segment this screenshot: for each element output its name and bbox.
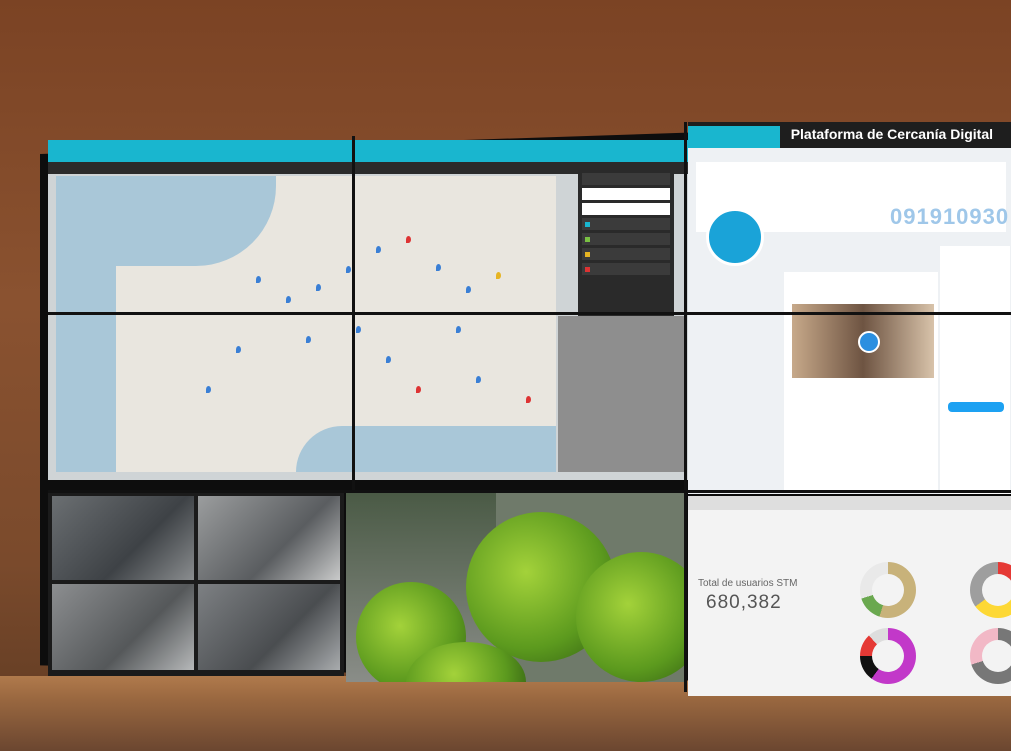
map-pin-icon[interactable] [416, 386, 421, 393]
map-pin-icon[interactable] [376, 246, 381, 253]
map-side-area [558, 316, 684, 472]
play-icon[interactable] [858, 331, 880, 353]
map-pin-icon[interactable] [436, 264, 441, 271]
donut-chart [860, 628, 916, 684]
map-pin-icon[interactable] [286, 296, 291, 303]
donut-chart [970, 628, 1011, 684]
map-pin-icon[interactable] [256, 276, 261, 283]
users-count: 680,382 [706, 592, 782, 613]
screen-bezel [48, 312, 1011, 315]
stats-dashboard: Total de usuarios STM 680,382 [688, 496, 1011, 696]
map-pin-icon[interactable] [206, 386, 211, 393]
browser-toolbar [688, 496, 1011, 510]
map-pin-icon[interactable] [476, 376, 481, 383]
legend-item[interactable] [582, 248, 670, 260]
signup-button[interactable] [948, 402, 1004, 412]
map-pin-icon[interactable] [236, 346, 241, 353]
camera-feed[interactable] [198, 584, 340, 670]
map-application [48, 140, 688, 480]
social-platform: Plataforma de Cercanía Digital 091910930 [688, 122, 1011, 494]
map-pin-icon[interactable] [496, 272, 501, 279]
map-filter-panel [578, 170, 674, 316]
camera-feed[interactable] [198, 496, 340, 580]
camera-feed[interactable] [52, 584, 194, 670]
street-camera-feed[interactable] [346, 492, 686, 682]
map-pin-icon[interactable] [386, 356, 391, 363]
screen-bezel [48, 490, 1011, 493]
sea-area [56, 176, 276, 266]
platform-title: Plataforma de Cercanía Digital [790, 126, 993, 142]
filter-field[interactable] [582, 173, 670, 185]
phone-number: 091910930 [890, 204, 1010, 229]
city-map[interactable] [56, 176, 556, 472]
filter-input[interactable] [582, 188, 670, 200]
map-pin-icon[interactable] [456, 326, 461, 333]
legend-item[interactable] [582, 218, 670, 230]
legend-item[interactable] [582, 233, 670, 245]
legend-item[interactable] [582, 263, 670, 275]
camera-grid [48, 492, 344, 676]
map-pin-icon[interactable] [356, 326, 361, 333]
avatar[interactable] [706, 208, 764, 266]
screen-bezel [684, 122, 687, 692]
video-thumbnail[interactable] [792, 304, 934, 378]
map-pin-icon[interactable] [306, 336, 311, 343]
donut-chart [970, 562, 1011, 618]
map-pin-icon[interactable] [406, 236, 411, 243]
donut-chart [860, 562, 916, 618]
camera-feed[interactable] [52, 496, 194, 580]
users-label: Total de usuarios STM [698, 578, 798, 589]
map-pin-icon[interactable] [316, 284, 321, 291]
trends-sidebar [940, 246, 1010, 494]
map-header-bar [48, 140, 688, 162]
map-pin-icon[interactable] [526, 396, 531, 403]
platform-header-accent [688, 126, 780, 148]
sea-area-west [56, 266, 116, 472]
map-pin-icon[interactable] [346, 266, 351, 273]
filter-input[interactable] [582, 203, 670, 215]
sea-area-south [296, 426, 556, 472]
map-pin-icon[interactable] [466, 286, 471, 293]
